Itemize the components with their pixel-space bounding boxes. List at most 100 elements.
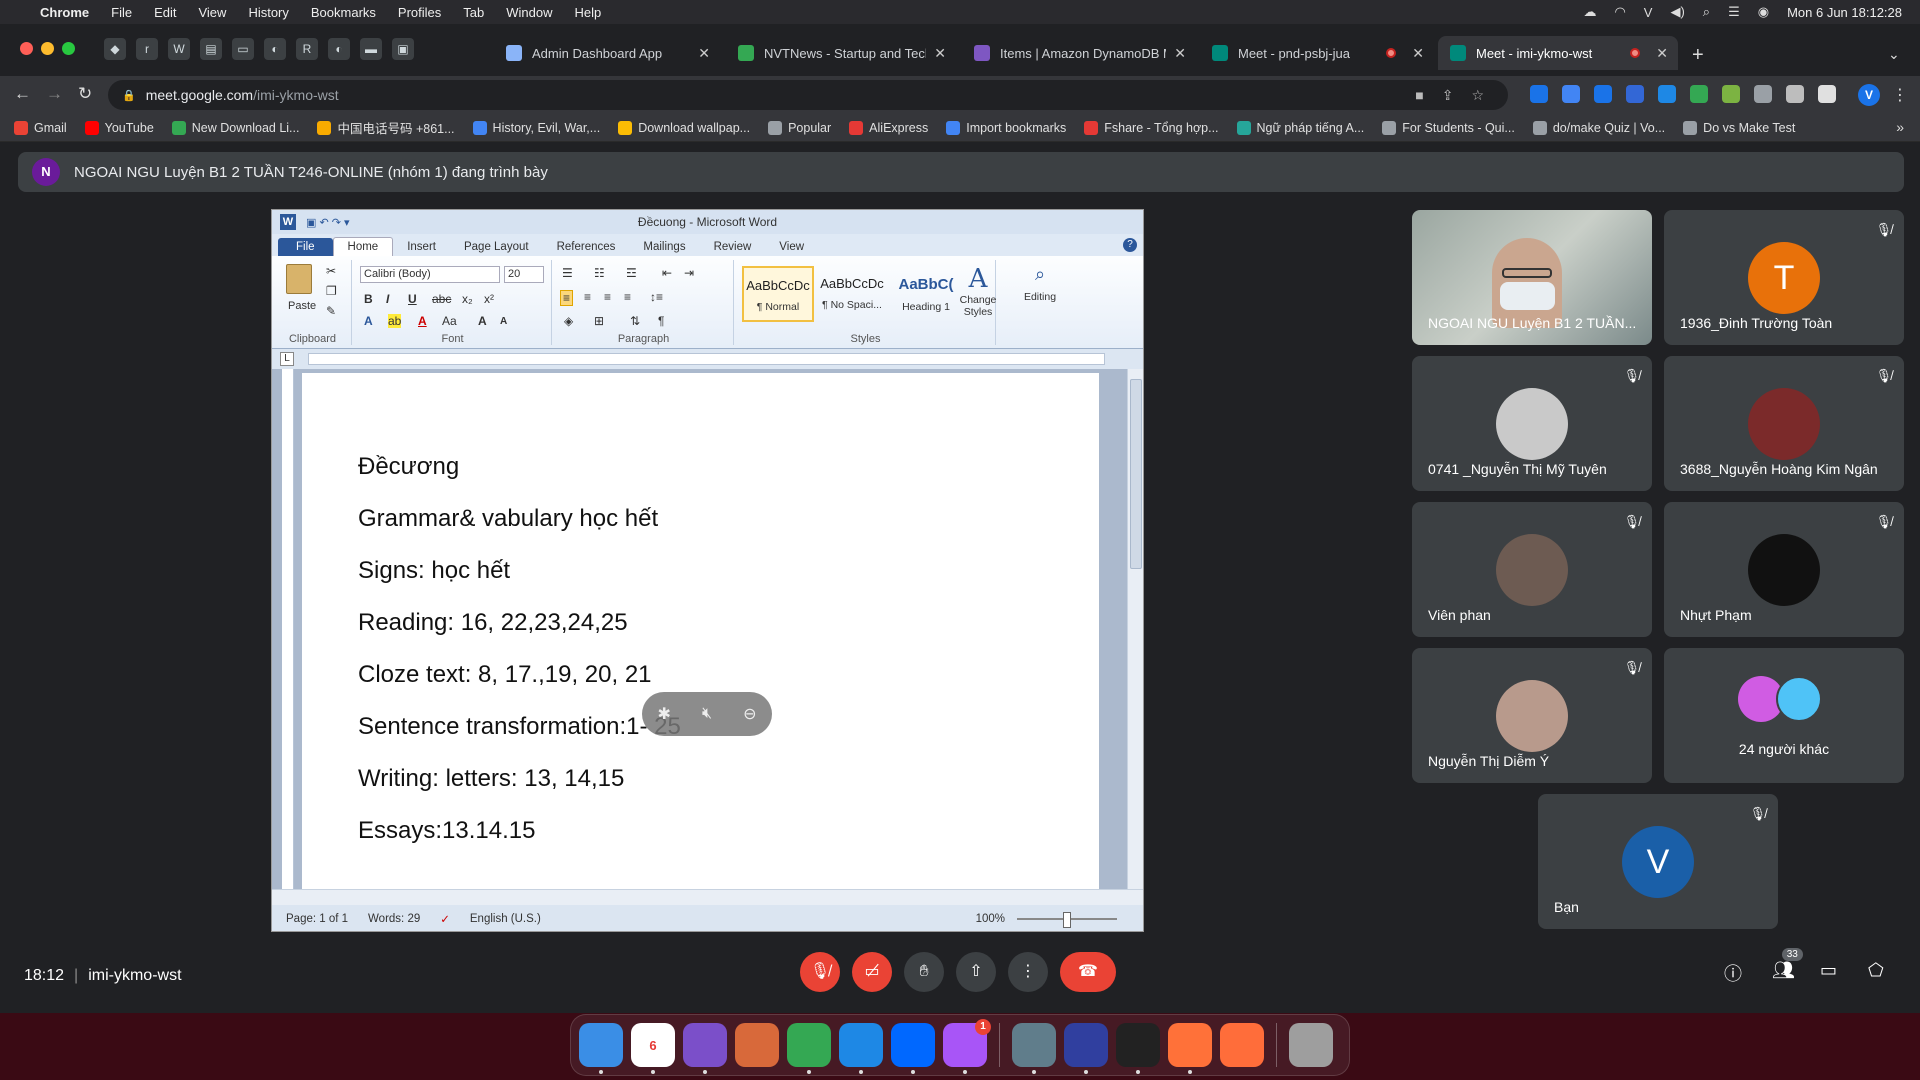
volume-icon[interactable]: ◀) <box>1670 4 1684 20</box>
extension-icon[interactable] <box>1722 85 1740 103</box>
close-tab-icon[interactable]: ✕ <box>698 45 710 62</box>
activities-icon[interactable]: ⬠ <box>1868 960 1884 981</box>
increase-indent-icon[interactable]: ⇥ <box>684 266 694 280</box>
editing-button[interactable]: ⌕ Editing <box>1012 260 1068 303</box>
menu-history[interactable]: History <box>248 5 288 20</box>
subscript-icon[interactable]: x₂ <box>462 292 473 306</box>
bookmark-new-download[interactable]: New Download Li... <box>171 120 299 135</box>
extension-icon[interactable] <box>1754 85 1772 103</box>
extension-icon[interactable] <box>1594 85 1612 103</box>
reload-icon[interactable]: ↻ <box>78 84 92 104</box>
ribbon-tab-review[interactable]: Review <box>700 238 766 256</box>
remove-icon[interactable]: ⊖ <box>743 704 756 724</box>
bold-icon[interactable]: B <box>364 292 373 306</box>
show-formatting-icon[interactable]: ¶ <box>658 314 664 328</box>
line-spacing-icon[interactable]: ↕≡ <box>650 290 663 304</box>
menu-help[interactable]: Help <box>575 5 602 20</box>
pinned-tab-icon[interactable]: ◐ <box>264 38 286 60</box>
participant-tile[interactable]: 🎙︎̸ Nguyễn Thị Diễm Ý <box>1412 648 1652 783</box>
zoom-window-button[interactable] <box>62 42 75 55</box>
extension-icon[interactable] <box>1690 85 1708 103</box>
paste-label[interactable]: Paste <box>288 300 316 312</box>
proofing-icon[interactable]: ✓ <box>440 912 450 926</box>
document-page[interactable]: Đềcương Grammar& vabulary học hết Signs:… <box>302 373 1099 889</box>
calendar-icon[interactable]: 6 <box>631 1023 675 1074</box>
preview-icon[interactable] <box>1012 1023 1056 1074</box>
extension-icon[interactable] <box>1562 85 1580 103</box>
menu-edit[interactable]: Edit <box>154 5 176 20</box>
menu-app-name[interactable]: Chrome <box>40 5 89 20</box>
copy-icon[interactable]: ❐ <box>326 284 337 298</box>
camera-icon[interactable]: ■ <box>1415 87 1423 104</box>
lock-icon[interactable]: 🔒 <box>122 89 136 102</box>
messenger-icon[interactable]: 1 <box>943 1019 991 1074</box>
ribbon-tab-home[interactable]: Home <box>332 237 394 256</box>
camera-toggle-button[interactable]: ▭̸ <box>852 952 892 992</box>
pinned-tab-icon[interactable]: ▣ <box>392 38 414 60</box>
font-name-box[interactable]: Calibri (Body) <box>360 266 500 283</box>
bookmark-wallpaper[interactable]: Download wallpap... <box>618 120 750 135</box>
zalo-icon[interactable] <box>891 1023 935 1074</box>
numbering-icon[interactable]: ☷ <box>594 266 605 280</box>
ribbon-tab-references[interactable]: References <box>543 238 630 256</box>
menu-bookmarks[interactable]: Bookmarks <box>311 5 376 20</box>
bookmark-fshare[interactable]: Fshare - Tổng hợp... <box>1084 120 1219 135</box>
italic-icon[interactable]: I <box>386 292 389 306</box>
bookmark-youtube[interactable]: YouTube <box>84 120 154 135</box>
change-case-icon[interactable]: Aa <box>442 314 457 328</box>
close-tab-icon[interactable]: ✕ <box>1656 45 1668 62</box>
menu-profiles[interactable]: Profiles <box>398 5 441 20</box>
tab-nvtnews[interactable]: NVTNews - Startup and Techn ✕ <box>726 36 956 70</box>
bookmark-star-icon[interactable]: ☆ <box>1471 87 1484 104</box>
shading-icon[interactable]: ◈ <box>564 314 573 328</box>
participant-tile[interactable]: 🎙︎̸ Nhựt Phạm <box>1664 502 1904 637</box>
tab-meet-pnd[interactable]: Meet - pnd-psbj-jua ✕ <box>1200 36 1434 70</box>
ribbon-tab-insert[interactable]: Insert <box>393 238 450 256</box>
sidepanel-icon[interactable] <box>1818 85 1836 103</box>
ribbon-tab-mailings[interactable]: Mailings <box>629 238 699 256</box>
highlight-icon[interactable]: ab <box>388 314 402 328</box>
self-tile[interactable]: 🎙︎̸ V Bạn <box>1538 794 1778 929</box>
pinned-tab-icon[interactable]: ▭ <box>232 38 254 60</box>
more-options-button[interactable]: ⋮ <box>1008 952 1048 992</box>
share-icon[interactable]: ⇪ <box>1442 87 1454 104</box>
language-indicator[interactable]: English (U.S.) <box>470 913 541 925</box>
menubar-clock[interactable]: Mon 6 Jun 18:12:28 <box>1787 5 1902 20</box>
siri-icon[interactable]: ◉ <box>1758 4 1769 20</box>
align-left-icon[interactable]: ≡ <box>560 290 574 306</box>
cut-icon[interactable]: ✂ <box>326 264 336 278</box>
pinned-tab-icon[interactable]: ▤ <box>200 38 222 60</box>
menu-view[interactable]: View <box>198 5 226 20</box>
control-center-icon[interactable]: ☰ <box>1728 4 1740 20</box>
bookmark-gmail[interactable]: Gmail <box>14 120 67 135</box>
pinned-tab-icon[interactable]: ▬ <box>360 38 382 60</box>
tab-admin-dashboard[interactable]: Admin Dashboard App ✕ <box>494 36 720 70</box>
extension-icon[interactable] <box>1658 85 1676 103</box>
paste-icon[interactable] <box>286 264 312 294</box>
bookmark-phone-numbers[interactable]: 中国电话号码 +861... <box>317 118 455 137</box>
search-icon[interactable]: ⌕ <box>1703 4 1710 20</box>
bookmark-students[interactable]: For Students - Qui... <box>1382 120 1515 135</box>
vertical-scrollbar[interactable] <box>1127 369 1143 889</box>
underline-icon[interactable]: U <box>408 292 417 306</box>
puzzle-icon[interactable] <box>1786 85 1804 103</box>
change-styles-button[interactable]: A Change Styles <box>958 264 998 318</box>
scroll-thumb[interactable] <box>1130 379 1142 569</box>
ribbon-tab-file[interactable]: File <box>278 238 333 256</box>
chrome-icon[interactable] <box>787 1023 831 1074</box>
participant-tile[interactable]: 🎙︎̸ 3688_Nguyễn Hoàng Kim Ngân <box>1664 356 1904 491</box>
word-count[interactable]: Words: 29 <box>368 913 420 925</box>
strikethrough-icon[interactable]: abc <box>432 292 451 306</box>
people-button[interactable]: 👥︎ 33 <box>1772 948 1803 981</box>
participant-tile-host[interactable]: NGOAI NGU Luyện B1 2 TUẦN... <box>1412 210 1652 345</box>
bookmark-grammar[interactable]: Ngữ pháp tiếng A... <box>1236 120 1364 135</box>
vscode-icon[interactable] <box>839 1023 883 1074</box>
trash-icon[interactable] <box>1289 1023 1333 1067</box>
close-tab-icon[interactable]: ✕ <box>934 45 946 62</box>
menu-file[interactable]: File <box>111 5 132 20</box>
style-normal[interactable]: AaBbCcDc ¶ Normal <box>742 266 814 322</box>
minimize-window-button[interactable] <box>41 42 54 55</box>
tab-search-icon[interactable]: ⌄ <box>1888 46 1900 63</box>
chat-icon[interactable]: ▭ <box>1820 960 1837 981</box>
wifi-icon[interactable]: ◠ <box>1614 4 1625 20</box>
